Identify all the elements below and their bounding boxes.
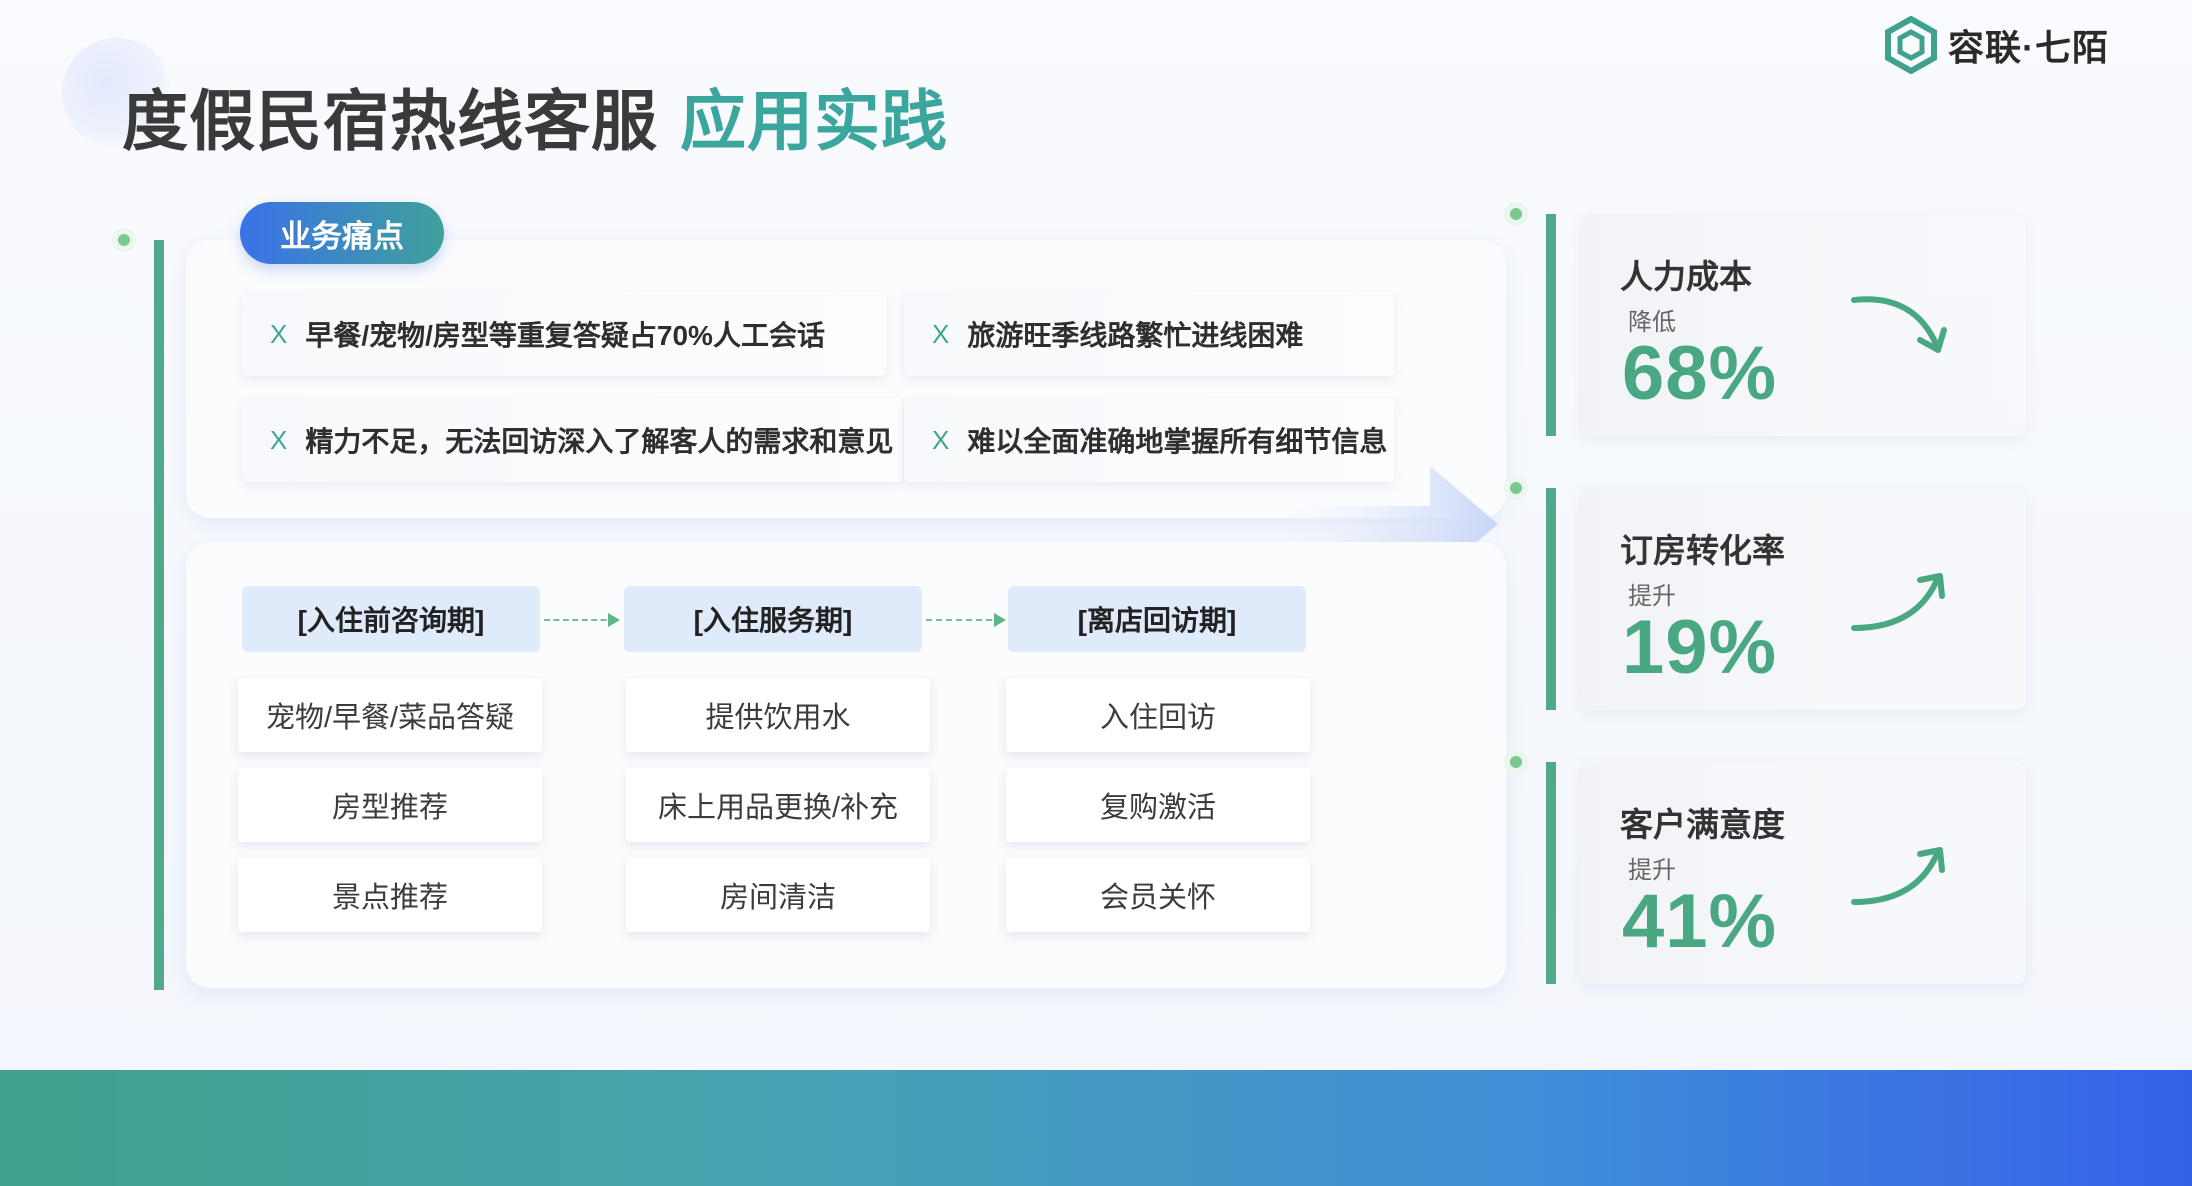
metric-title: 人力成本 — [1620, 258, 1752, 295]
page-title: 度假民宿热线客服 应用实践 — [122, 68, 948, 164]
cross-icon: X — [932, 424, 950, 455]
trend-up-icon — [1851, 573, 1945, 631]
phase-item: 宠物/早餐/菜品答疑 — [238, 678, 542, 752]
phase-item: 房型推荐 — [238, 768, 542, 842]
pain-point-item: X 精力不足，无法回访深入了解客人的需求和意见 — [242, 398, 902, 482]
phase-connector-arrow — [544, 613, 620, 627]
phase-item: 会员关怀 — [1006, 858, 1310, 932]
page-title-accent: 应用实践 — [680, 84, 948, 158]
phase-header: [入住服务期] — [624, 586, 922, 652]
cross-icon: X — [932, 318, 950, 349]
timeline-dot — [1504, 202, 1528, 226]
phase-connector-arrow — [926, 613, 1006, 627]
timeline-dot — [1504, 476, 1528, 500]
pain-point-text: 精力不足，无法回访深入了解客人的需求和意见 — [305, 426, 894, 457]
pain-points-tag: 业务痛点 — [240, 202, 444, 264]
cross-icon: X — [270, 318, 288, 349]
metric-accent-bar — [1546, 762, 1556, 984]
metric-card-booking-conversion: 订房转化率 提升 19% — [1580, 488, 2026, 710]
phase-header: [离店回访期] — [1008, 586, 1306, 652]
metric-card-labor-cost: 人力成本 降低 68% — [1580, 214, 2026, 436]
brand-logo: 容联·七陌 — [1884, 16, 2109, 74]
pain-point-item: X 早餐/宠物/房型等重复答疑占70%人工会话 — [242, 292, 886, 376]
phase-item: 房间清洁 — [626, 858, 930, 932]
cross-icon: X — [270, 424, 288, 455]
phase-item: 景点推荐 — [238, 858, 542, 932]
hexagon-logo-icon — [1885, 16, 1937, 74]
page-title-main: 度假民宿热线客服 — [122, 84, 658, 158]
metric-title: 客户满意度 — [1620, 806, 1785, 843]
left-accent-bar — [154, 240, 164, 990]
pain-point-text: 旅游旺季线路繁忙进线困难 — [967, 320, 1304, 351]
timeline-dot — [1504, 750, 1528, 774]
pain-point-item: X 旅游旺季线路繁忙进线困难 — [904, 292, 1394, 376]
metric-value: 68% — [1622, 331, 1778, 416]
metric-accent-bar — [1546, 488, 1556, 710]
metric-title: 订房转化率 — [1620, 532, 1785, 569]
timeline-dot — [112, 228, 136, 252]
trend-up-icon — [1851, 847, 1945, 905]
phase-item: 复购激活 — [1006, 768, 1310, 842]
pain-point-text: 难以全面准确地掌握所有细节信息 — [967, 426, 1388, 457]
phase-header: [入住前咨询期] — [242, 586, 540, 652]
metric-value: 41% — [1622, 879, 1778, 964]
trend-down-icon — [1851, 296, 1947, 353]
metric-value: 19% — [1622, 605, 1778, 690]
metric-accent-bar — [1546, 214, 1556, 436]
footer-gradient-band — [0, 1070, 2192, 1186]
metric-card-customer-satisfaction: 客户满意度 提升 41% — [1580, 762, 2026, 984]
pain-point-text: 早餐/宠物/房型等重复答疑占70%人工会话 — [305, 320, 825, 351]
phase-item: 床上用品更换/补充 — [626, 768, 930, 842]
phase-item: 提供饮用水 — [626, 678, 930, 752]
brand-logo-text: 容联·七陌 — [1948, 27, 2109, 68]
phase-item: 入住回访 — [1006, 678, 1310, 752]
